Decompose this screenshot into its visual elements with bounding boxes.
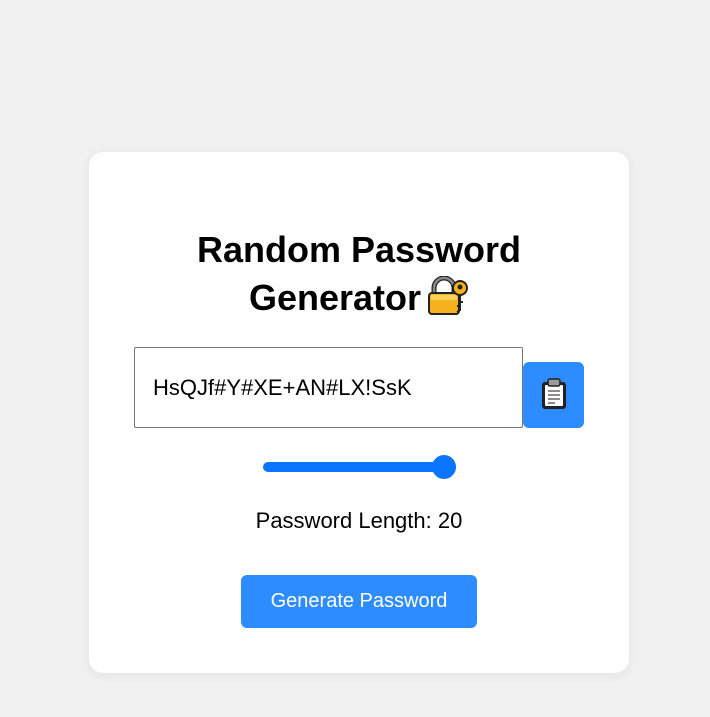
slider-track — [263, 462, 456, 472]
generate-password-button[interactable]: Generate Password — [241, 575, 477, 628]
title-line-2-wrapper: Generator — [89, 274, 629, 328]
page-title: Random Password Generator — [89, 226, 629, 328]
slider-thumb[interactable] — [432, 455, 456, 479]
password-output-field[interactable] — [134, 347, 523, 428]
password-generator-card: Random Password Generator HsQJf#Y#XE+AN#… — [89, 152, 629, 673]
password-length-label: Password Length: 20 — [255, 508, 463, 533]
title-line-2: Generator — [248, 277, 422, 318]
password-length-slider[interactable] — [263, 455, 456, 479]
lock-with-key-icon — [427, 275, 469, 328]
title-line-1: Random Password — [196, 229, 522, 270]
clipboard-icon — [539, 377, 569, 413]
copy-password-button[interactable] — [523, 362, 584, 428]
